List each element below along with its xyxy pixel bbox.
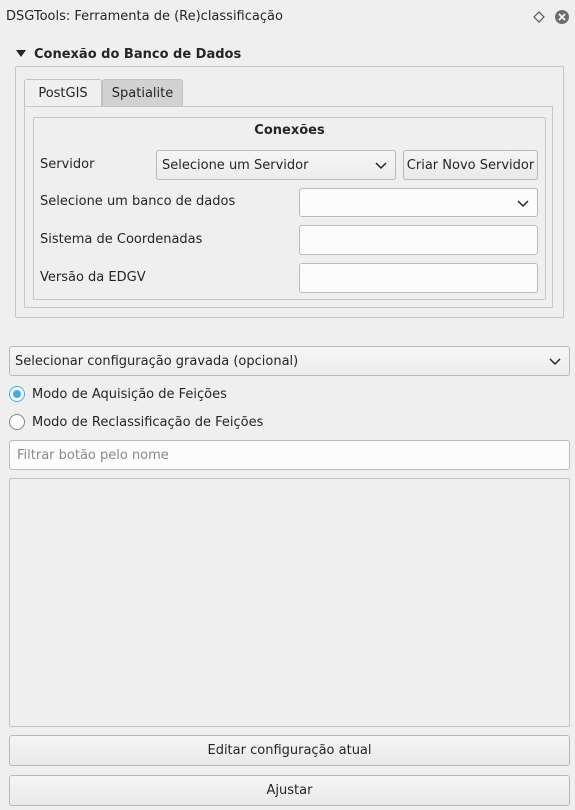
create-server-button[interactable]: Criar Novo Servidor <box>403 150 538 180</box>
adjust-button[interactable]: Ajustar <box>9 775 570 806</box>
crs-label: Sistema de Coordenadas <box>40 232 203 247</box>
chevron-down-icon <box>517 199 529 207</box>
server-combo-value: Selecione um Servidor <box>162 157 309 173</box>
mode-acquisition-label: Modo de Aquisição de Feições <box>32 386 227 402</box>
diamond-icon[interactable] <box>530 8 548 26</box>
edgv-label: Versão da EDGV <box>40 270 146 285</box>
saved-config-combo[interactable]: Selecionar configuração gravada (opciona… <box>9 346 570 376</box>
edgv-field[interactable] <box>299 263 538 293</box>
connections-title: Conexões <box>254 123 325 138</box>
tab-postgis[interactable]: PostGIS <box>24 79 102 106</box>
triangle-down-icon <box>16 50 26 57</box>
buttons-list-area[interactable] <box>9 478 570 727</box>
mode-reclassification-radio[interactable] <box>9 414 25 430</box>
mode-reclassification-label: Modo de Reclassificação de Feições <box>32 414 264 430</box>
title-bar: DSGTools: Ferramenta de (Re)classificaçã… <box>0 0 575 34</box>
server-label: Servidor <box>40 157 95 172</box>
edit-config-button[interactable]: Editar configuração atual <box>9 735 570 766</box>
close-icon[interactable] <box>553 8 571 26</box>
database-label: Selecione um banco de dados <box>40 194 236 209</box>
mode-reclassification-option[interactable]: Modo de Reclassificação de Feições <box>9 412 263 432</box>
crs-field[interactable] <box>299 225 538 255</box>
tab-spatialite-label: Spatialite <box>111 85 174 101</box>
window-title: DSGTools: Ferramenta de (Re)classificaçã… <box>6 9 283 24</box>
chevron-down-icon <box>375 162 387 170</box>
mode-acquisition-radio[interactable] <box>9 386 25 402</box>
tab-spatialite[interactable]: Spatialite <box>102 79 183 106</box>
saved-config-combo-value: Selecionar configuração gravada (opciona… <box>15 353 299 369</box>
tab-postgis-label: PostGIS <box>38 85 88 101</box>
database-combo[interactable] <box>299 188 538 217</box>
db-connection-title: Conexão do Banco de Dados <box>34 46 242 62</box>
mode-acquisition-option[interactable]: Modo de Aquisição de Feições <box>9 384 227 404</box>
filter-input[interactable]: Filtrar botão pelo nome <box>9 440 570 470</box>
chevron-down-icon <box>549 358 561 366</box>
filter-placeholder: Filtrar botão pelo nome <box>17 447 169 463</box>
server-combo[interactable]: Selecione um Servidor <box>156 150 396 180</box>
db-connection-header[interactable]: Conexão do Banco de Dados <box>14 44 246 64</box>
